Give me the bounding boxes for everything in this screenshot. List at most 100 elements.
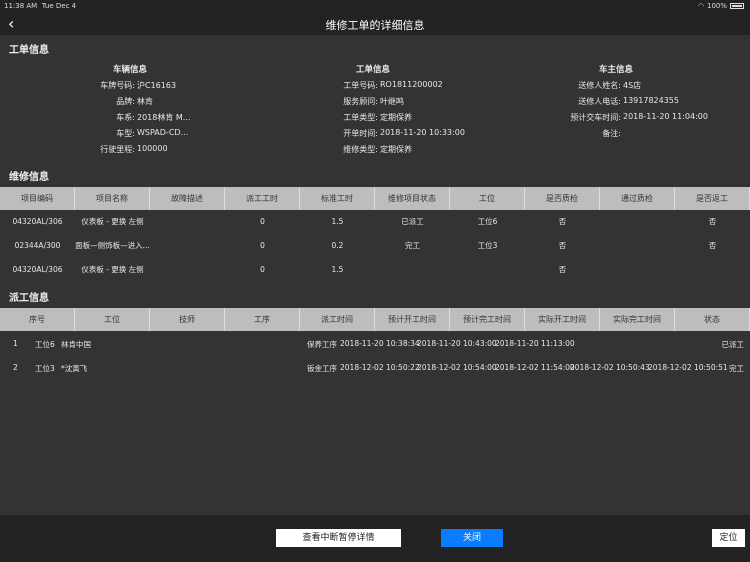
table-cell: 04320AL/306 — [12, 217, 63, 226]
column-header[interactable]: 工位 — [75, 308, 150, 331]
info-row: 维修类型: 定期保养 — [258, 144, 508, 158]
info-row: 车型: WSPAD-CD... — [15, 128, 265, 142]
info-value: 4S店 — [623, 81, 642, 90]
info-row: 行驶里程: 100000 — [15, 144, 265, 158]
table-cell: 2018-11-20 10:43:00 — [417, 339, 497, 348]
column-header[interactable]: 预计开工时间 — [375, 308, 450, 331]
table-cell: 0.2 — [331, 241, 344, 250]
info-value: 13917824355 — [623, 96, 679, 105]
column-header[interactable]: 项目编码 — [0, 187, 75, 210]
nav-bar: ‹ 维修工单的详细信息 — [0, 12, 750, 35]
table-cell: 2018-11-20 11:13:00 — [495, 339, 575, 348]
order-info-heading: 工单信息 — [355, 65, 390, 75]
column-header[interactable]: 标准工时 — [300, 187, 375, 210]
table-cell: 0 — [260, 241, 265, 250]
table-cell: 工位6 — [477, 217, 498, 226]
table-cell — [375, 258, 450, 282]
table-cell: 2018-12-02 11:54:00 — [495, 363, 575, 372]
status-bar: 11:38 AM Tue Dec 4 ◠ 100% — [0, 0, 750, 12]
info-value: 定期保养 — [380, 113, 412, 122]
table-row[interactable]: 04320AL/306 仪表板 - 更换 左侧 0 1.5 已派工 工位6 否 否 — [0, 210, 750, 234]
table-cell: 否 — [708, 217, 717, 226]
locate-button[interactable]: 定位 — [712, 529, 745, 547]
info-label: 维修类型: — [343, 145, 378, 154]
table-cell: 工位3 — [35, 364, 55, 373]
info-row: 工单号码: RO1811200002 — [258, 80, 508, 94]
column-header[interactable]: 派工时间 — [300, 308, 375, 331]
info-label: 送修人姓名: — [578, 81, 621, 90]
info-value: 2018-11-20 10:33:00 — [380, 128, 465, 137]
table-row[interactable]: 04320AL/306 仪表板 - 更换 左侧 0 1.5 否 — [0, 258, 750, 282]
table-cell — [675, 258, 750, 282]
section-repair-info: 维修信息 — [9, 172, 49, 183]
table-cell: 1 — [13, 339, 18, 348]
column-header[interactable]: 实际完工时间 — [600, 308, 675, 331]
info-value: 2018-11-20 11:04:00 — [623, 112, 708, 121]
table-cell — [600, 258, 675, 282]
battery-percent: 100% — [706, 2, 727, 10]
footer-bar: 查看中断暂停详情 关闭 定位 — [0, 515, 750, 562]
table-cell: 已派工 — [401, 217, 424, 226]
table-cell: 否 — [558, 241, 567, 250]
table-cell: 已派工 — [721, 340, 745, 349]
info-label: 车牌号码: — [100, 81, 135, 90]
close-button[interactable]: 关闭 — [441, 529, 503, 547]
column-header[interactable]: 是否质检 — [525, 187, 600, 210]
info-row: 备注: — [501, 128, 750, 142]
info-value: 定期保养 — [380, 145, 412, 154]
column-header[interactable]: 故障描述 — [150, 187, 225, 210]
table-cell: 仪表板 - 更换 左侧 — [81, 217, 144, 226]
column-header[interactable]: 序号 — [0, 308, 75, 331]
column-header[interactable]: 工序 — [225, 308, 300, 331]
column-header[interactable]: 通过质检 — [600, 187, 675, 210]
table-cell — [600, 210, 675, 234]
column-header[interactable]: 技师 — [150, 308, 225, 331]
table-cell: 0 — [260, 217, 265, 226]
column-header[interactable]: 实际开工时间 — [525, 308, 600, 331]
info-row: 品牌: 林肯 — [15, 96, 265, 110]
column-header[interactable]: 工位 — [450, 187, 525, 210]
section-dispatch-info: 派工信息 — [9, 293, 49, 304]
table-cell: 0 — [260, 265, 265, 274]
table-cell: 2 — [13, 363, 18, 372]
info-label: 开单时间: — [343, 129, 378, 138]
info-label: 车系: — [116, 113, 135, 122]
view-pause-details-button[interactable]: 查看中断暂停详情 — [276, 529, 401, 547]
info-label: 行驶里程: — [100, 145, 135, 154]
table-row[interactable]: 02344A/300 面板—侧饰板—进入... 0 0.2 完工 工位3 否 否 — [0, 234, 750, 258]
vehicle-info-heading: 车辆信息 — [112, 65, 147, 75]
table-row[interactable]: 1 工位6 林肯中国 保养工序 2018-11-20 10:38:34 2018-11-2… — [0, 332, 750, 356]
column-header[interactable]: 派工工时 — [225, 187, 300, 210]
info-label: 工单类型: — [343, 113, 378, 122]
table-cell: 完工 — [405, 241, 420, 250]
column-header[interactable]: 维修项目状态 — [375, 187, 450, 210]
battery-icon — [730, 3, 744, 9]
info-value: RO1811200002 — [380, 80, 443, 89]
table-cell — [450, 258, 525, 282]
page-title: 维修工单的详细信息 — [325, 19, 425, 32]
table-cell: 否 — [708, 241, 717, 250]
info-label: 工单号码: — [343, 81, 378, 90]
table-cell: 2018-12-02 10:50:43 — [570, 363, 650, 372]
dispatch-table-header: 序号 工位 技师 工序 派工时间 预计开工时间 预计完工时间 实际开工时间 实际完工时间 状态 — [0, 308, 750, 331]
table-cell: 2018-12-02 10:50:51 — [648, 363, 728, 372]
table-cell: 04320AL/306 — [12, 265, 63, 274]
info-label: 备注: — [602, 129, 621, 138]
table-cell: 02344A/300 — [14, 241, 61, 250]
info-row: 车牌号码: 沪C16163 — [15, 80, 265, 94]
column-header[interactable]: 预计完工时间 — [450, 308, 525, 331]
column-header[interactable]: 是否返工 — [675, 187, 750, 210]
table-cell: 2018-11-20 10:38:34 — [340, 339, 420, 348]
status-date: Tue Dec 4 — [41, 2, 77, 10]
column-header[interactable]: 状态 — [675, 308, 750, 331]
info-row: 服务顾问: 叶继鸣 — [258, 96, 508, 110]
info-row: 开单时间: 2018-11-20 10:33:00 — [258, 128, 508, 142]
table-cell: 工位6 — [35, 340, 55, 349]
repair-table-header: 项目编码 项目名称 故障描述 派工工时 标准工时 维修项目状态 工位 是否质检 通过质检 是否返工 — [0, 187, 750, 210]
table-row[interactable]: 2 工位3 *沈寅飞 钣金工序 2018-12-02 10:50:22 2018-12-0… — [0, 356, 750, 380]
column-header[interactable]: 项目名称 — [75, 187, 150, 210]
section-order-info: 工单信息 — [9, 45, 49, 56]
table-cell: 1.5 — [331, 265, 344, 274]
table-cell: 完工 — [729, 364, 744, 373]
info-value: 林肯 — [137, 97, 153, 106]
